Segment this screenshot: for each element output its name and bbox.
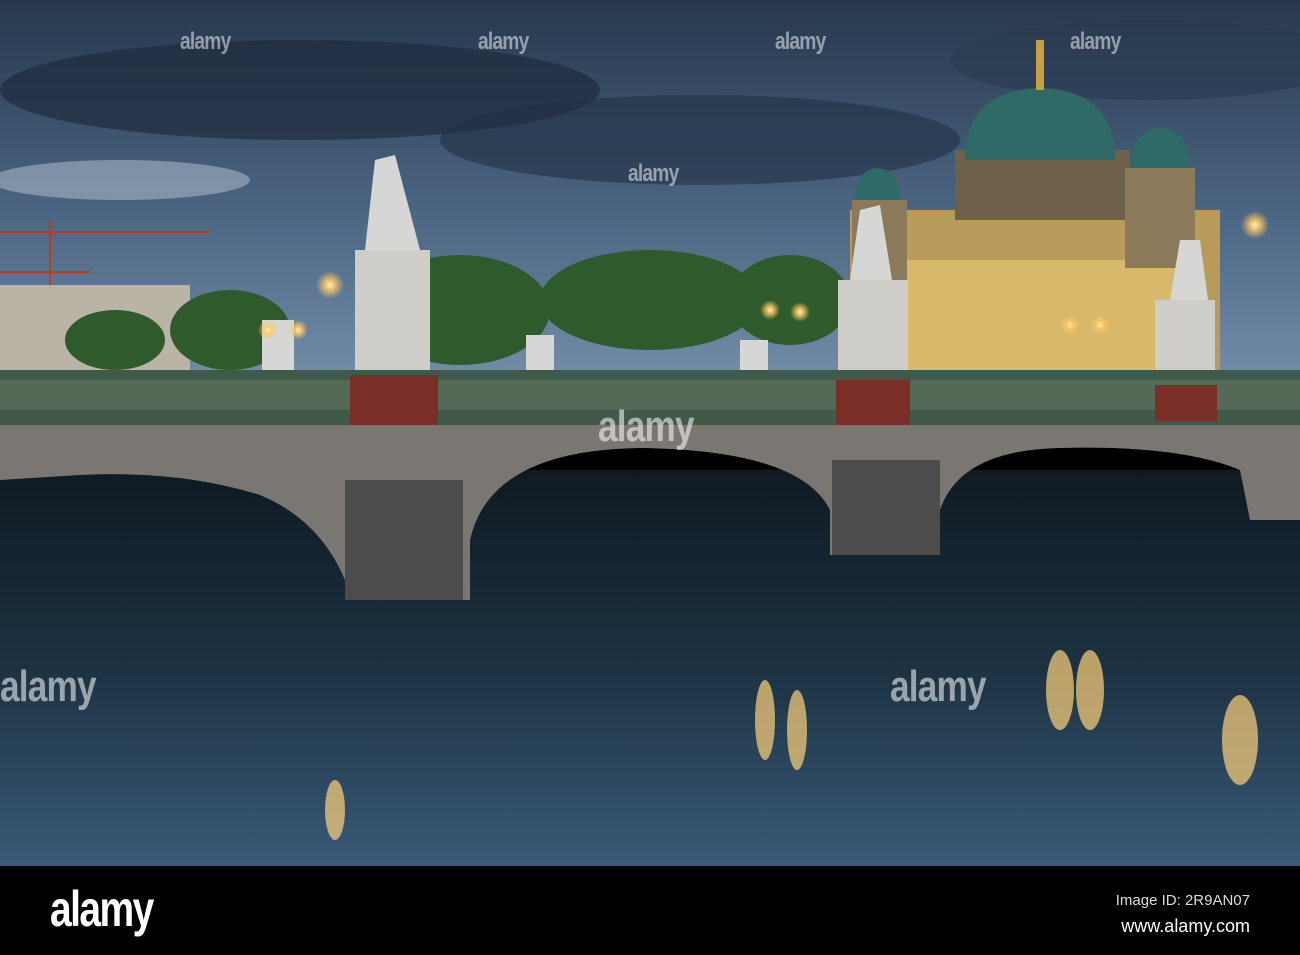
watermark: alamy <box>598 402 695 451</box>
watermark: alamy <box>890 662 987 711</box>
alamy-logo[interactable]: alamy <box>50 880 154 938</box>
watermark: alamy <box>628 160 679 187</box>
watermark: alamy <box>180 28 231 55</box>
website-link[interactable]: www.alamy.com <box>1121 916 1250 937</box>
footer-bar: alamy Image ID: 2R9AN07 www.alamy.com <box>0 866 1300 955</box>
image-id: Image ID: 2R9AN07 <box>1115 892 1250 909</box>
watermark: alamy <box>1070 28 1121 55</box>
watermark: alamy <box>478 28 529 55</box>
watermark: alamy <box>775 28 826 55</box>
water <box>0 470 1300 866</box>
watermark: alamy <box>0 662 97 711</box>
